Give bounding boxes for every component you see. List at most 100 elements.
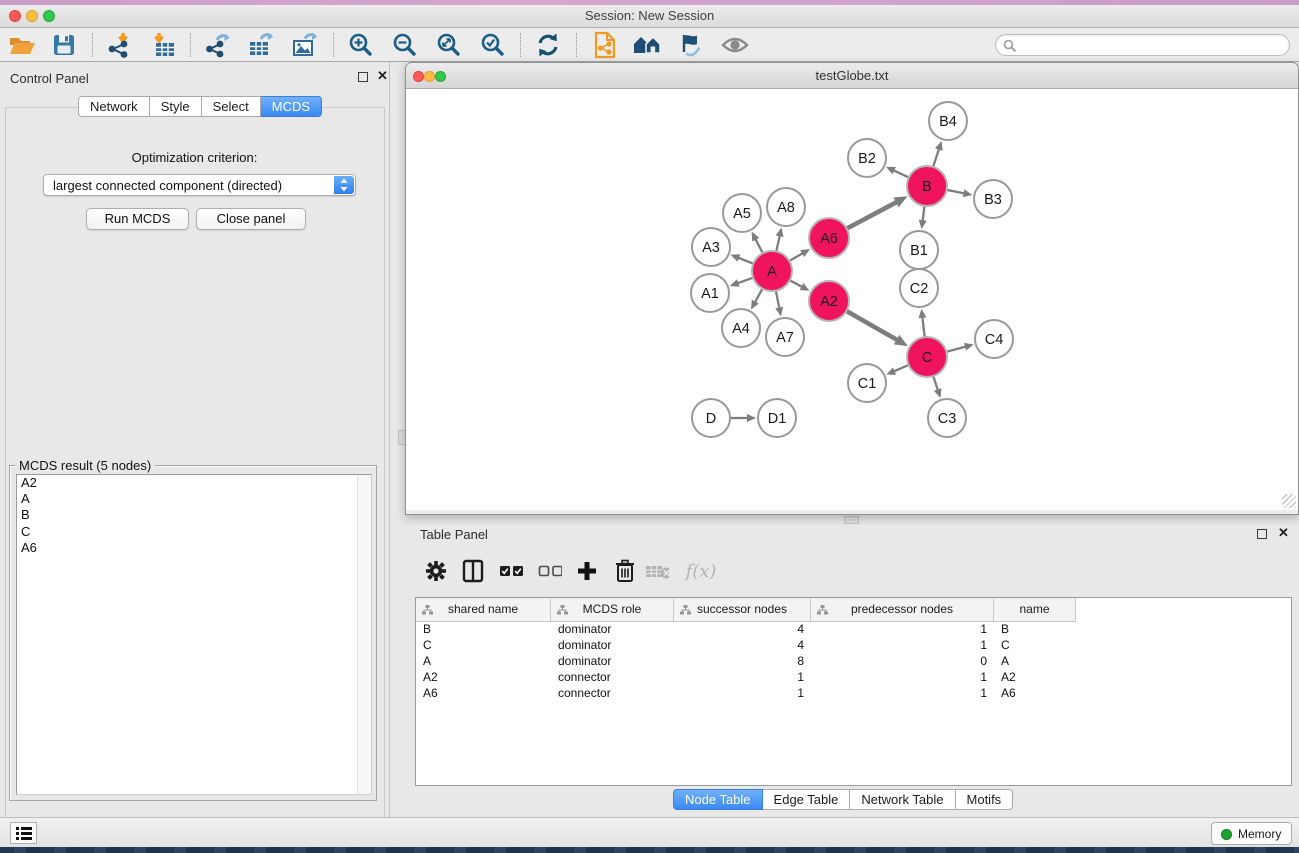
graph-node-label: C3 bbox=[938, 411, 957, 427]
table-cell[interactable]: dominator bbox=[551, 638, 674, 654]
open-session-icon[interactable] bbox=[4, 31, 40, 59]
close-panel-button[interactable]: Close panel bbox=[196, 208, 306, 230]
float-panel-icon[interactable] bbox=[1257, 529, 1267, 539]
resize-grip-icon[interactable] bbox=[1282, 494, 1296, 508]
table-cell[interactable]: 0 bbox=[811, 654, 994, 670]
run-mcds-button[interactable]: Run MCDS bbox=[86, 208, 189, 230]
table-row[interactable]: Adominator80A bbox=[416, 654, 1076, 670]
horizontal-splitter-handle[interactable] bbox=[844, 516, 859, 524]
column-header-predecessor-nodes[interactable]: predecessor nodes bbox=[811, 598, 994, 622]
table-cell[interactable]: 8 bbox=[674, 654, 811, 670]
flag-icon[interactable] bbox=[672, 31, 708, 59]
table-cell[interactable]: B bbox=[416, 622, 551, 638]
table-cell[interactable]: B bbox=[994, 622, 1076, 638]
table-body: Bdominator41BCdominator41CAdominator80AA… bbox=[416, 622, 1076, 702]
table-cell[interactable]: 1 bbox=[811, 638, 994, 654]
table-cell[interactable]: 1 bbox=[811, 686, 994, 702]
table-cell[interactable]: A bbox=[416, 654, 551, 670]
table-row[interactable]: A6connector11A6 bbox=[416, 686, 1076, 702]
float-panel-icon[interactable] bbox=[358, 72, 368, 82]
network-graph[interactable]: AA6A2BCA5A8A3A1A4A7B4B2B3B1C2C4C1C3DD1 bbox=[406, 89, 1298, 510]
settings-gear-icon[interactable] bbox=[424, 559, 448, 583]
table-cell[interactable]: A6 bbox=[994, 686, 1076, 702]
memory-button[interactable]: Memory bbox=[1211, 822, 1292, 845]
eye-icon[interactable] bbox=[717, 31, 753, 59]
table-cell[interactable]: 4 bbox=[674, 638, 811, 654]
table-cell[interactable]: A2 bbox=[416, 670, 551, 686]
zoom-selected-icon[interactable] bbox=[475, 31, 511, 59]
minimize-view-button[interactable] bbox=[424, 71, 435, 82]
graph-node-label: A8 bbox=[777, 200, 795, 216]
table-cell[interactable]: dominator bbox=[551, 622, 674, 638]
maximize-view-button[interactable] bbox=[435, 71, 446, 82]
zoom-out-icon[interactable] bbox=[387, 31, 423, 59]
tab-edge-table[interactable]: Edge Table bbox=[763, 789, 851, 810]
criterion-dropdown[interactable]: largest connected component (directed) bbox=[43, 174, 356, 196]
column-header-successor-nodes[interactable]: successor nodes bbox=[674, 598, 811, 622]
result-list-item[interactable]: B bbox=[17, 507, 371, 523]
status-bar: Memory bbox=[0, 817, 1299, 847]
mcds-result-list[interactable]: A2ABCA6 bbox=[16, 474, 372, 795]
tab-network-table[interactable]: Network Table bbox=[850, 789, 955, 810]
table-panel: Table Panel ✕ f(x) shared nameMCDS roles… bbox=[405, 525, 1299, 817]
deselect-all-icon[interactable] bbox=[538, 559, 562, 583]
criterion-dropdown-value: largest connected component (directed) bbox=[53, 178, 282, 193]
home-icon[interactable] bbox=[630, 31, 666, 59]
network-document-icon[interactable] bbox=[587, 31, 623, 59]
close-panel-icon[interactable]: ✕ bbox=[1278, 526, 1289, 540]
table-cell[interactable]: connector bbox=[551, 670, 674, 686]
close-panel-icon[interactable]: ✕ bbox=[377, 69, 388, 83]
export-network-icon[interactable] bbox=[200, 31, 236, 59]
close-window-button[interactable] bbox=[9, 10, 21, 22]
zoom-window-button[interactable] bbox=[43, 10, 55, 22]
table-cell[interactable]: A2 bbox=[994, 670, 1076, 686]
close-view-button[interactable] bbox=[413, 71, 424, 82]
save-session-icon[interactable] bbox=[46, 31, 82, 59]
tab-motifs[interactable]: Motifs bbox=[956, 789, 1014, 810]
result-list-item[interactable]: A6 bbox=[17, 540, 371, 556]
export-table-icon[interactable] bbox=[243, 31, 279, 59]
table-cell[interactable]: 1 bbox=[674, 686, 811, 702]
result-list-item[interactable]: A bbox=[17, 491, 371, 507]
minimize-window-button[interactable] bbox=[26, 10, 38, 22]
select-all-checked-icon[interactable] bbox=[499, 559, 523, 583]
table-cell[interactable]: A6 bbox=[416, 686, 551, 702]
delete-column-icon[interactable] bbox=[613, 559, 637, 583]
refresh-layout-icon[interactable] bbox=[530, 31, 566, 59]
import-table-icon[interactable] bbox=[147, 31, 183, 59]
export-image-icon[interactable] bbox=[287, 31, 323, 59]
tab-network[interactable]: Network bbox=[78, 96, 150, 117]
column-header-MCDS-role[interactable]: MCDS role bbox=[551, 598, 674, 622]
import-network-icon[interactable] bbox=[102, 31, 138, 59]
add-column-icon[interactable] bbox=[575, 559, 599, 583]
result-list-item[interactable]: C bbox=[17, 524, 371, 540]
network-window-titlebar[interactable]: testGlobe.txt bbox=[406, 63, 1298, 89]
table-row[interactable]: Cdominator41C bbox=[416, 638, 1076, 654]
table-cell[interactable]: C bbox=[416, 638, 551, 654]
toggle-columns-icon[interactable] bbox=[461, 559, 485, 583]
tab-select[interactable]: Select bbox=[202, 96, 261, 117]
task-history-button[interactable] bbox=[10, 822, 37, 844]
zoom-fit-icon[interactable] bbox=[431, 31, 467, 59]
table-cell[interactable]: A bbox=[994, 654, 1076, 670]
column-type-icon bbox=[817, 605, 828, 615]
tab-mcds[interactable]: MCDS bbox=[261, 96, 322, 117]
table-row[interactable]: Bdominator41B bbox=[416, 622, 1076, 638]
search-input[interactable] bbox=[995, 34, 1290, 56]
table-cell[interactable]: 1 bbox=[811, 622, 994, 638]
table-cell[interactable]: 1 bbox=[811, 670, 994, 686]
table-cell[interactable]: 1 bbox=[674, 670, 811, 686]
table-cell[interactable]: dominator bbox=[551, 654, 674, 670]
tab-node-table[interactable]: Node Table bbox=[673, 789, 763, 810]
scrollbar-track[interactable] bbox=[357, 475, 371, 794]
result-list-item[interactable]: A2 bbox=[17, 475, 371, 491]
table-row[interactable]: A2connector11A2 bbox=[416, 670, 1076, 686]
column-header-name[interactable]: name bbox=[994, 598, 1076, 622]
zoom-in-icon[interactable] bbox=[343, 31, 379, 59]
network-canvas[interactable]: AA6A2BCA5A8A3A1A4A7B4B2B3B1C2C4C1C3DD1 bbox=[406, 89, 1298, 510]
table-cell[interactable]: C bbox=[994, 638, 1076, 654]
tab-style[interactable]: Style bbox=[150, 96, 202, 117]
table-cell[interactable]: 4 bbox=[674, 622, 811, 638]
column-header-shared-name[interactable]: shared name bbox=[416, 598, 551, 622]
table-cell[interactable]: connector bbox=[551, 686, 674, 702]
